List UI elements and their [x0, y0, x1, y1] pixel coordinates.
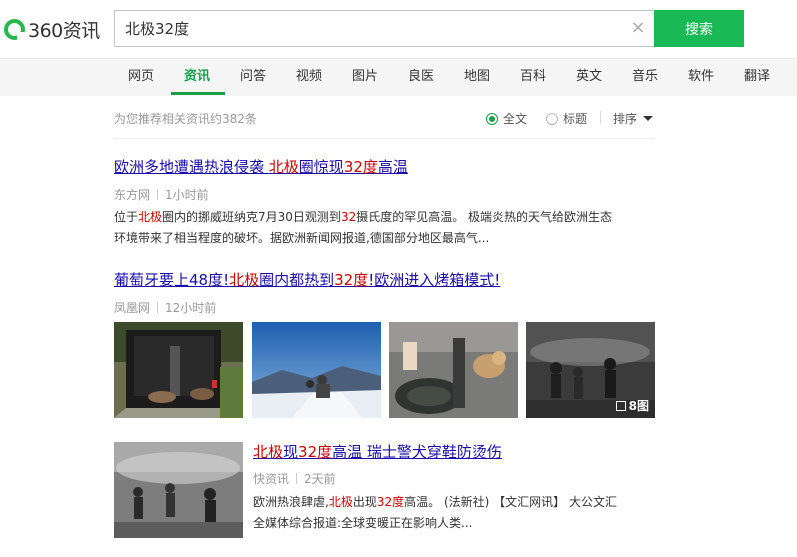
logo-ring-icon	[4, 18, 25, 40]
filter-fulltext[interactable]: 全文	[486, 110, 527, 127]
result-snippet: 位于北极圈内的挪威班纳克7月30日观测到32摄氏度的罕见高温。 极端炎热的天气给…	[114, 210, 613, 245]
logo[interactable]: 360资讯	[4, 15, 100, 43]
result-meta: 快资讯 2天前	[253, 470, 336, 487]
image-thumbnail[interactable]	[252, 322, 381, 418]
title-highlight: 北极	[253, 443, 284, 461]
tab-web[interactable]: 网页	[128, 59, 154, 96]
title-text: 高温	[377, 158, 408, 176]
tab-music[interactable]: 音乐	[632, 59, 658, 96]
result-time: 1小时前	[165, 188, 209, 202]
image-count-badge: 8图	[615, 397, 649, 414]
sort-label: 排序	[613, 112, 638, 126]
result-source: 东方网	[114, 188, 151, 202]
divider-line	[114, 138, 654, 139]
title-highlight: 32度	[334, 271, 369, 289]
title-text: 圈惊现	[298, 158, 344, 176]
result-time: 12小时前	[165, 301, 217, 315]
title-text: 圈内都热到	[259, 271, 335, 289]
divider	[600, 111, 601, 124]
result-thumbnail[interactable]	[114, 442, 243, 538]
caret-down-icon	[643, 116, 654, 121]
radio-checked-icon	[486, 112, 498, 125]
title-text: !欧洲进入烤箱模式!	[368, 271, 501, 289]
result-title[interactable]: 欧洲多地遭遇热浪侵袭 北极圈惊现32度高温	[114, 156, 408, 177]
result-title[interactable]: 北极现32度高温 瑞士警犬穿鞋防烫伤	[253, 441, 502, 462]
tab-medical[interactable]: 良医	[408, 59, 434, 96]
result-meta: 东方网 1小时前	[114, 186, 209, 203]
result-snippet: 欧洲热浪肆虐,北极出现32度高温。 (法新社) 【文汇网讯】 大公文汇 全媒体综…	[253, 495, 617, 530]
result-source: 凤凰网	[114, 301, 151, 315]
tab-baike[interactable]: 百科	[520, 59, 546, 96]
tab-qa[interactable]: 问答	[240, 59, 266, 96]
tab-images[interactable]: 图片	[352, 59, 378, 96]
radio-unchecked-icon	[546, 112, 558, 125]
tab-software[interactable]: 软件	[688, 59, 714, 96]
search-button[interactable]: 搜索	[654, 10, 744, 47]
title-text: 现	[283, 443, 299, 461]
filter-title[interactable]: 标题	[546, 110, 587, 127]
title-text: 葡萄牙要上48度!	[114, 271, 230, 289]
title-highlight: 32度	[298, 443, 333, 461]
logo-text: 360资讯	[28, 19, 100, 42]
result-count: 为您推荐相关资讯约382条	[114, 112, 257, 126]
result-meta: 凤凰网 12小时前	[114, 299, 216, 316]
tab-english[interactable]: 英文	[576, 59, 602, 96]
title-highlight: 32度	[343, 158, 378, 176]
gallery-icon	[615, 400, 626, 411]
header: 360资讯 × 搜索	[0, 0, 797, 58]
image-thumbnail[interactable]	[389, 322, 518, 418]
sort-dropdown[interactable]: 排序	[613, 110, 654, 127]
image-thumbnail[interactable]: 8图	[526, 322, 655, 418]
title-highlight: 北极	[229, 271, 260, 289]
title-highlight: 北极	[268, 158, 299, 176]
tab-map[interactable]: 地图	[464, 59, 490, 96]
filter-fulltext-label: 全文	[503, 112, 528, 126]
result-title[interactable]: 葡萄牙要上48度!北极圈内都热到32度!欧洲进入烤箱模式!	[114, 269, 500, 290]
filter-title-label: 标题	[563, 112, 588, 126]
image-count: 8图	[628, 399, 649, 413]
title-text: 高温 瑞士警犬穿鞋防烫伤	[332, 443, 502, 461]
active-tab-indicator	[171, 92, 225, 95]
search-input[interactable]	[125, 11, 615, 46]
search-box: ×	[114, 10, 654, 47]
tab-translate[interactable]: 翻译	[744, 59, 770, 96]
tab-news[interactable]: 资讯	[184, 59, 210, 96]
result-time: 2天前	[304, 472, 336, 486]
result-source: 快资讯	[253, 472, 290, 486]
image-thumbnail[interactable]	[114, 322, 243, 418]
clear-icon[interactable]: ×	[629, 19, 647, 37]
tab-video[interactable]: 视频	[296, 59, 322, 96]
nav-tabs: 网页 资讯 问答 视频 图片 良医 地图 百科 英文 音乐 软件 翻译	[0, 58, 797, 96]
title-text: 欧洲多地遭遇热浪侵袭	[114, 158, 269, 176]
